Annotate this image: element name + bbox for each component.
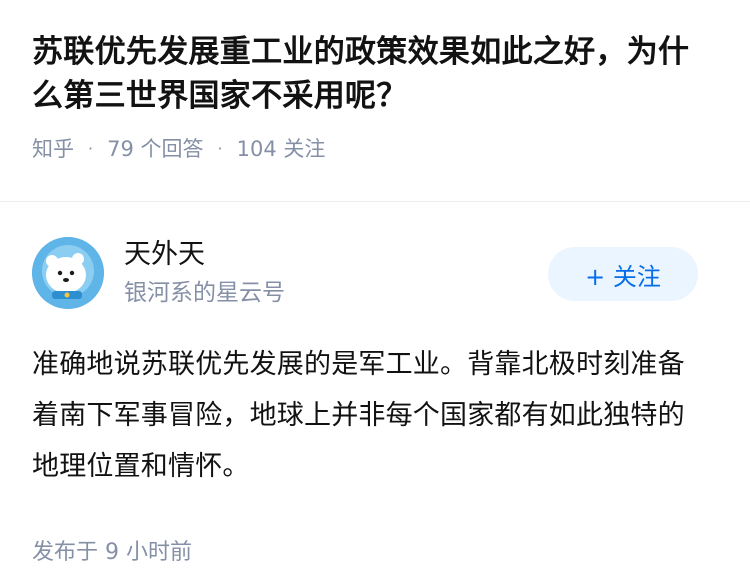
separator-dot: · [217,138,223,158]
answer-content[interactable]: 准确地说苏联优先发展的是军工业。背靠北极时刻准备着南下军事冒险，地球上并非每个国… [32,339,702,492]
question-header: 苏联优先发展重工业的政策效果如此之好，为什么第三世界国家不采用呢？ 知乎 · 7… [0,0,750,170]
polar-bear-avatar-icon [32,237,104,309]
follow-button[interactable]: + 关注 [548,247,698,301]
source-label[interactable]: 知乎 [32,133,74,163]
question-title[interactable]: 苏联优先发展重工业的政策效果如此之好，为什么第三世界国家不采用呢？ [32,30,718,118]
answers-count[interactable]: 79 个回答 [107,133,203,163]
author-row: 天外天 银河系的星云号 + 关注 [32,237,718,321]
question-meta: 知乎 · 79 个回答 · 104 关注 [32,132,718,164]
answer-card: 天外天 银河系的星云号 + 关注 准确地说苏联优先发展的是军工业。背靠北极时刻准… [0,237,750,566]
answer-timestamp: 发布于 9 小时前 [32,540,192,565]
author-name[interactable]: 天外天 [124,237,205,273]
section-divider [0,201,750,202]
author-bio: 银河系的星云号 [124,280,285,306]
followers-count[interactable]: 104 关注 [237,133,326,163]
separator-dot: · [88,138,94,158]
avatar[interactable] [32,237,104,309]
